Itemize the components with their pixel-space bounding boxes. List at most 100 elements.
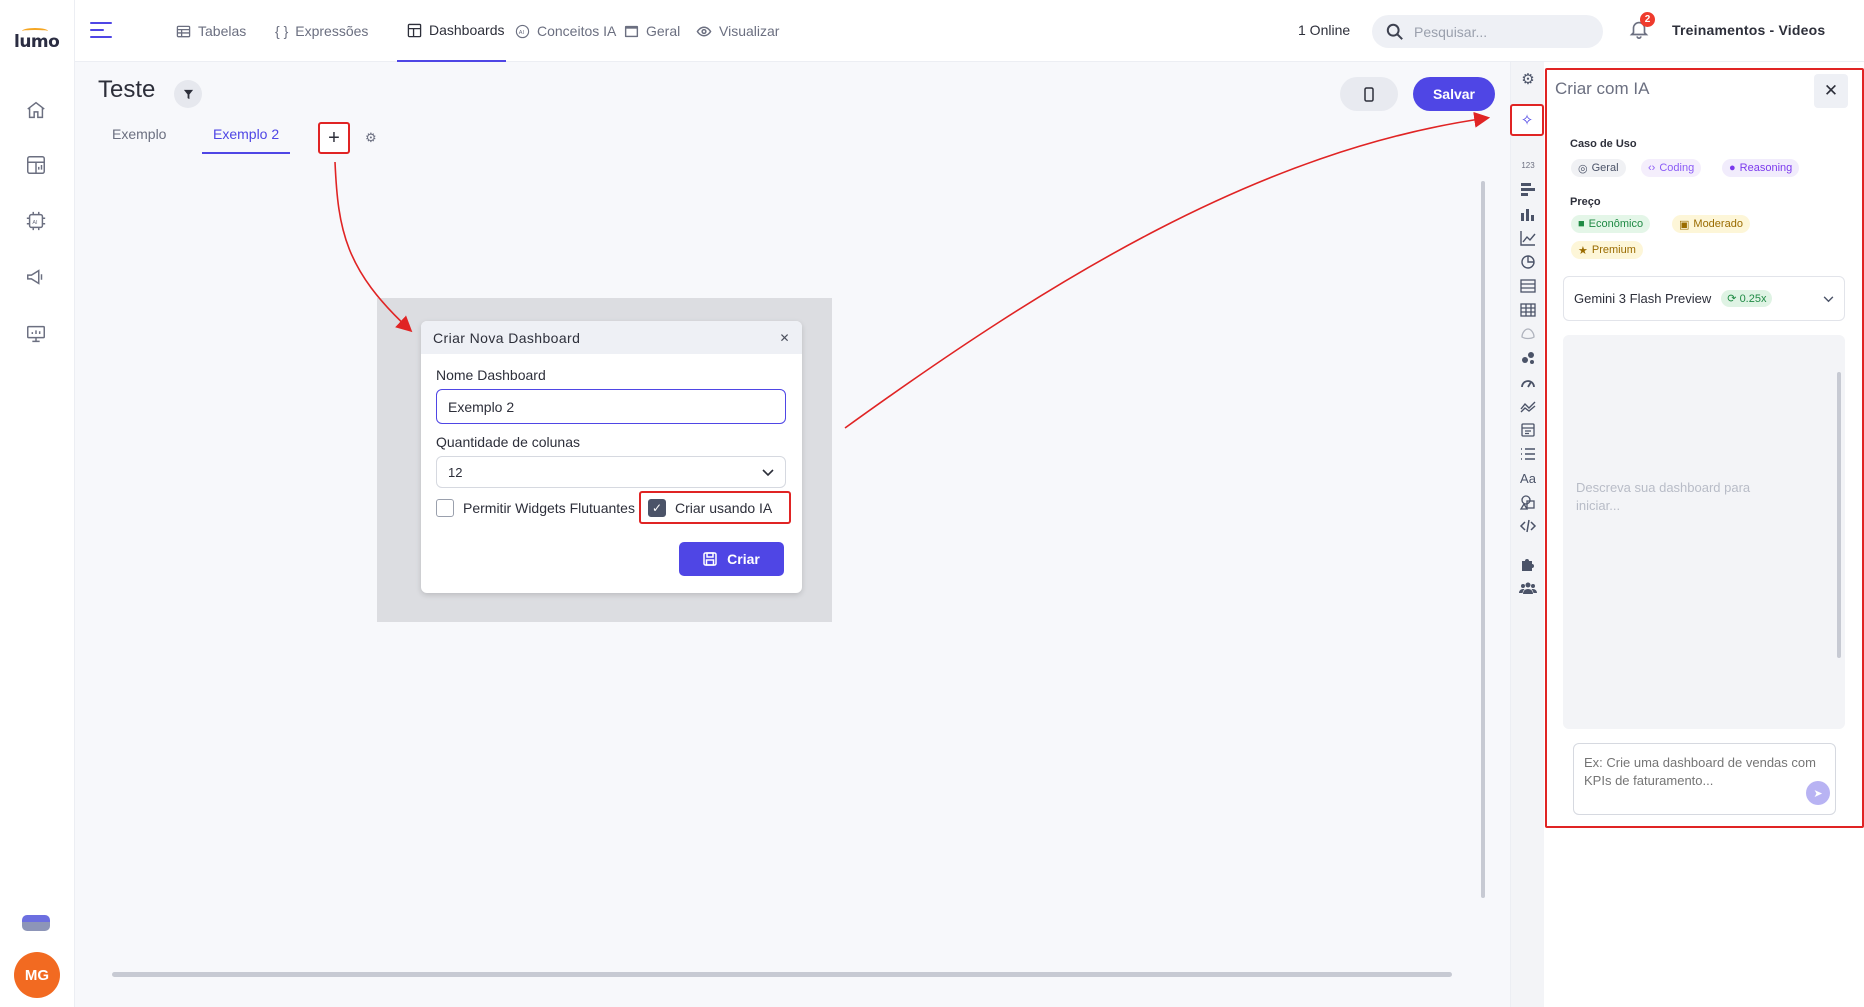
tab-tabelas-label: Tabelas (198, 23, 247, 39)
tab-expressoes-label: Expressões (295, 23, 369, 39)
ai-create-panel: Criar com IA ✕ Caso de Uso ◎ Geral ‹› Codi… (1545, 68, 1864, 828)
model-select[interactable]: Gemini 3 Flash Preview ⟳ 0.25x (1563, 276, 1845, 321)
tab-dashboards[interactable]: Dashboards (397, 0, 506, 62)
plus-icon: + (328, 126, 340, 149)
prompt-input[interactable] (1573, 743, 1836, 815)
brain-icon: ● (1729, 162, 1736, 174)
phone-icon (1364, 86, 1374, 102)
chip-coding[interactable]: ‹› Coding (1641, 159, 1702, 177)
dashboard-tab-exemplo[interactable]: Exemplo (112, 126, 166, 152)
model-cost-badge: ⟳ 0.25x (1721, 290, 1773, 307)
area-chart-icon[interactable] (1519, 397, 1537, 415)
users-icon[interactable] (1519, 579, 1537, 597)
scrollbar-thumb[interactable] (1837, 372, 1841, 658)
code-icon: ‹› (1648, 162, 1656, 174)
left-sidebar: lumo AI MG (0, 0, 75, 1007)
chip-economico[interactable]: ■ Econômico (1571, 215, 1651, 233)
search-input[interactable] (1414, 23, 1584, 40)
scrollbar-thumb[interactable] (1481, 181, 1485, 898)
horizontal-scrollbar[interactable] (100, 969, 1475, 979)
card-icon: ▣ (1679, 218, 1690, 231)
price-label: Preço (1570, 196, 1601, 208)
sparkle-icon: ✧ (1520, 112, 1534, 129)
tab-conceitos-ia[interactable]: AI Conceitos IA (515, 0, 616, 62)
close-icon[interactable]: ✕ (1814, 74, 1848, 108)
line-chart-icon[interactable] (1519, 229, 1537, 247)
chat-history[interactable]: Descreva sua dashboard para iniciar... (1563, 335, 1845, 729)
floating-widgets-checkbox[interactable] (436, 499, 454, 517)
chip-reasoning[interactable]: ● Reasoning (1722, 159, 1800, 177)
chip-moderado[interactable]: ▣ Moderado (1672, 215, 1750, 233)
ai-icon: AI (515, 24, 530, 39)
kpi-number-icon[interactable]: 123 (1519, 156, 1537, 174)
dashboard-icon[interactable] (22, 151, 50, 179)
search-bar[interactable] (1372, 15, 1603, 48)
create-button[interactable]: Criar (679, 542, 784, 576)
chip-coding-label: Coding (1659, 162, 1695, 174)
calendar-icon[interactable] (1519, 421, 1537, 439)
tab-expressoes[interactable]: { } Expressões (275, 0, 368, 62)
workspace-name[interactable]: Treinamentos - Videos (1672, 22, 1825, 38)
presentation-icon[interactable] (22, 320, 50, 348)
settings-gear-icon[interactable]: ⚙ (1519, 70, 1537, 88)
puzzle-icon[interactable] (1519, 555, 1537, 573)
page-title: Teste (98, 76, 156, 103)
widget-toolbar: ⚙ 123 Aa (1510, 62, 1544, 1007)
table-widget-icon[interactable] (1519, 277, 1537, 295)
dashboard-icon (407, 23, 422, 38)
menu-toggle-icon[interactable] (90, 22, 112, 40)
window-icon (624, 24, 639, 39)
columns-label: Quantidade de colunas (436, 434, 580, 450)
tab-tabelas[interactable]: Tabelas (176, 0, 246, 62)
dashboard-tab-exemplo-2[interactable]: Exemplo 2 (202, 126, 291, 154)
create-button-label: Criar (727, 551, 760, 567)
check-icon: ✓ (651, 501, 663, 515)
columns-select[interactable]: 12 (436, 456, 786, 488)
create-with-ai-checkbox[interactable]: ✓ (648, 499, 666, 517)
ai-sparkle-button[interactable]: ✧ (1510, 104, 1544, 136)
model-name: Gemini 3 Flash Preview (1574, 291, 1712, 306)
home-icon[interactable] (22, 96, 50, 124)
chip-reasoning-label: Reasoning (1739, 162, 1793, 174)
pivot-table-icon[interactable] (1519, 301, 1537, 319)
chip-economico-label: Econômico (1588, 218, 1644, 230)
use-case-label: Caso de Uso (1570, 138, 1637, 150)
dashboard-name-input[interactable] (436, 389, 786, 424)
scrollbar-thumb[interactable] (112, 972, 1452, 977)
bar-chart-icon[interactable] (1519, 205, 1537, 223)
megaphone-icon[interactable] (22, 263, 50, 291)
save-button[interactable]: Salvar (1413, 77, 1495, 111)
tab-visualizar[interactable]: Visualizar (696, 0, 779, 62)
top-navigation: Tabelas { } Expressões Dashboards AI Con… (75, 0, 1864, 62)
chip-premium[interactable]: ★ Premium (1571, 241, 1643, 259)
model-cost: 0.25x (1739, 293, 1767, 305)
shapes-icon[interactable] (1519, 493, 1537, 511)
gear-icon[interactable]: ⚙ (365, 130, 377, 146)
add-dashboard-button[interactable]: + (318, 122, 350, 154)
code-icon[interactable] (1519, 517, 1537, 535)
ai-chip-icon[interactable]: AI (22, 207, 50, 235)
app-logo[interactable]: lumo (14, 32, 60, 52)
send-icon[interactable]: ➤ (1806, 781, 1830, 805)
ai-panel-title: Criar com IA (1555, 79, 1650, 98)
tab-geral-label: Geral (646, 23, 681, 39)
filter-button[interactable] (174, 80, 202, 108)
chat-scrollbar[interactable] (1835, 339, 1843, 723)
chip-geral[interactable]: ◎ Geral (1571, 159, 1626, 177)
tab-geral[interactable]: Geral (624, 0, 680, 62)
pie-chart-icon[interactable] (1519, 253, 1537, 271)
mobile-preview-button[interactable] (1340, 77, 1398, 111)
create-dashboard-dialog: Criar Nova Dashboard ✕ Nome Dashboard Qu… (421, 321, 802, 593)
text-widget-icon[interactable]: Aa (1519, 469, 1537, 487)
name-label: Nome Dashboard (436, 367, 546, 383)
bubble-chart-icon[interactable] (1519, 349, 1537, 367)
gauge-icon[interactable] (1519, 373, 1537, 391)
list-icon[interactable] (1519, 445, 1537, 463)
dialog-title: Criar Nova Dashboard (433, 329, 581, 346)
map-icon[interactable] (1519, 325, 1537, 343)
avatar[interactable]: MG (14, 952, 60, 998)
vertical-scrollbar[interactable] (1478, 163, 1488, 971)
close-icon[interactable]: ✕ (780, 331, 790, 345)
horizontal-bar-chart-icon[interactable] (1519, 180, 1537, 198)
chat-support-icon[interactable] (22, 915, 50, 931)
